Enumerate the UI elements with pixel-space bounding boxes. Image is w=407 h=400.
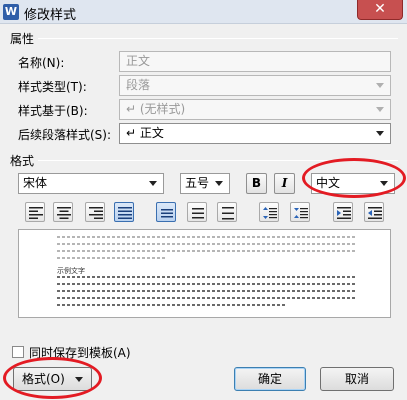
- align-left-button[interactable]: [25, 202, 45, 222]
- increase-indent-button[interactable]: [333, 202, 353, 222]
- next-style-value: ↵ 正文: [126, 126, 164, 140]
- properties-separator: [38, 38, 398, 39]
- align-center-button[interactable]: [53, 202, 73, 222]
- title-bar: W 修改样式 ✕: [0, 0, 407, 24]
- decrease-paragraph-spacing-button[interactable]: [290, 202, 310, 222]
- align-right-icon: [89, 207, 103, 219]
- properties-section-label: 属性: [10, 32, 35, 46]
- preview-current-paragraph-line: [57, 276, 357, 278]
- dialog-title: 修改样式: [24, 8, 77, 23]
- based-on-value: ↵ (无样式): [126, 102, 186, 116]
- align-left-icon: [29, 207, 43, 219]
- font-dropdown[interactable]: 宋体: [18, 173, 164, 194]
- style-type-dropdown[interactable]: 段落: [119, 75, 391, 96]
- justify-button[interactable]: [114, 202, 134, 222]
- style-name-label: 名称(N):: [18, 56, 65, 70]
- preview-current-paragraph-line: [57, 290, 357, 292]
- chevron-down-icon: [215, 181, 223, 186]
- chevron-down-icon: [376, 131, 384, 136]
- align-center-icon: [57, 207, 71, 219]
- style-type-value: 段落: [126, 78, 151, 92]
- single-spacing-button[interactable]: [156, 202, 176, 222]
- close-button[interactable]: ✕: [357, 0, 403, 20]
- font-size-dropdown[interactable]: 五号: [180, 173, 230, 194]
- font-value: 宋体: [23, 176, 48, 190]
- cancel-button[interactable]: 取消: [320, 367, 394, 391]
- justify-icon: [118, 207, 132, 219]
- indent-increase-icon: [337, 207, 351, 219]
- paragraph-spacing-up-icon: [263, 207, 277, 219]
- indent-decrease-icon: [368, 207, 382, 219]
- preview-sample-text: 示例文字: [57, 267, 85, 275]
- align-right-button[interactable]: [85, 202, 105, 222]
- red-circle-annotation: [3, 357, 102, 399]
- chevron-down-icon: [149, 181, 157, 186]
- paragraph-spacing-down-icon: [294, 208, 308, 219]
- preview-previous-paragraph-line: [57, 236, 357, 238]
- increase-paragraph-spacing-button[interactable]: [259, 202, 279, 222]
- style-type-label: 样式类型(T):: [18, 80, 87, 94]
- format-section-label: 格式: [10, 154, 35, 168]
- style-name-field[interactable]: 正文: [119, 51, 391, 72]
- double-spacing-button[interactable]: [217, 202, 237, 222]
- one-half-spacing-button[interactable]: [187, 202, 207, 222]
- font-size-value: 五号: [185, 176, 210, 190]
- save-to-template-checkbox[interactable]: [12, 346, 24, 358]
- based-on-label: 样式基于(B):: [18, 104, 88, 118]
- single-spacing-icon: [161, 209, 173, 218]
- next-style-dropdown[interactable]: ↵ 正文: [119, 123, 391, 144]
- preview-current-paragraph-line: [57, 283, 357, 285]
- based-on-dropdown[interactable]: ↵ (无样式): [119, 99, 391, 120]
- ok-button[interactable]: 确定: [234, 367, 306, 391]
- wps-writer-icon: W: [3, 4, 19, 20]
- preview-previous-paragraph-line: [57, 243, 357, 245]
- double-spacing-icon: [222, 207, 234, 220]
- next-style-label: 后续段落样式(S):: [18, 128, 112, 142]
- preview-previous-paragraph-line: [57, 250, 357, 252]
- chevron-down-icon: [376, 83, 384, 88]
- italic-button[interactable]: I: [274, 173, 295, 194]
- preview-current-paragraph-line: [57, 297, 357, 299]
- chevron-down-icon: [376, 107, 384, 112]
- red-circle-annotation: [302, 158, 406, 198]
- one-half-spacing-icon: [192, 208, 204, 219]
- preview-previous-paragraph-line: [57, 257, 167, 259]
- decrease-indent-button[interactable]: [364, 202, 384, 222]
- preview-current-paragraph-line: [57, 304, 287, 306]
- style-preview: 示例文字: [18, 229, 391, 318]
- bold-button[interactable]: B: [246, 173, 267, 194]
